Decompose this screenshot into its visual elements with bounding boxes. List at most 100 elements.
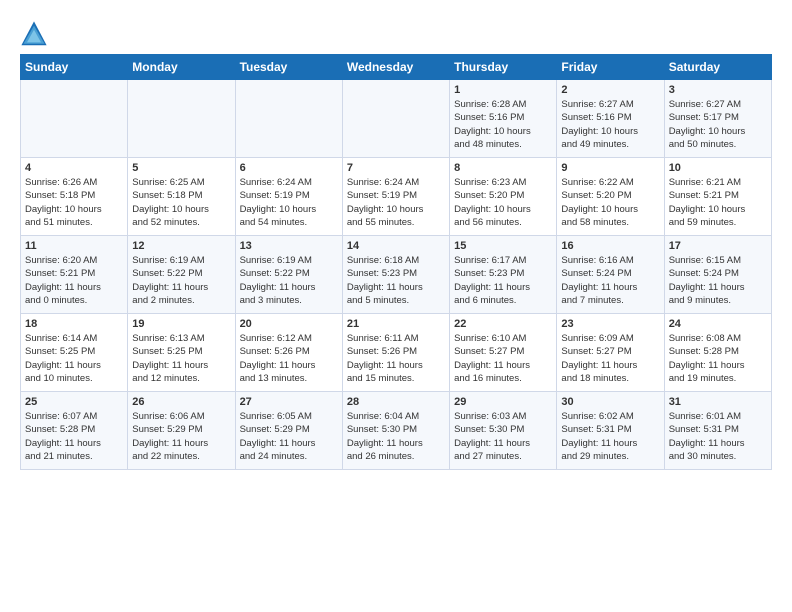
day-info: Sunrise: 6:13 AM Sunset: 5:25 PM Dayligh… bbox=[132, 332, 230, 385]
day-cell: 8 Sunrise: 6:23 AM Sunset: 5:20 PM Daylig… bbox=[450, 158, 557, 236]
day-info: Sunrise: 6:08 AM Sunset: 5:28 PM Dayligh… bbox=[669, 332, 767, 385]
day-cell bbox=[235, 80, 342, 158]
day-number: 11 bbox=[25, 240, 123, 252]
col-header-friday: Friday bbox=[557, 55, 664, 80]
day-info: Sunrise: 6:11 AM Sunset: 5:26 PM Dayligh… bbox=[347, 332, 445, 385]
logo bbox=[20, 20, 52, 48]
day-info: Sunrise: 6:22 AM Sunset: 5:20 PM Dayligh… bbox=[561, 176, 659, 229]
day-number: 2 bbox=[561, 84, 659, 96]
day-cell: 27 Sunrise: 6:05 AM Sunset: 5:29 PM Dayli… bbox=[235, 392, 342, 470]
day-number: 27 bbox=[240, 396, 338, 408]
week-row-4: 18 Sunrise: 6:14 AM Sunset: 5:25 PM Dayli… bbox=[21, 314, 772, 392]
day-number: 18 bbox=[25, 318, 123, 330]
header-row: SundayMondayTuesdayWednesdayThursdayFrid… bbox=[21, 55, 772, 80]
day-cell: 12 Sunrise: 6:19 AM Sunset: 5:22 PM Dayli… bbox=[128, 236, 235, 314]
day-cell: 5 Sunrise: 6:25 AM Sunset: 5:18 PM Daylig… bbox=[128, 158, 235, 236]
day-number: 4 bbox=[25, 162, 123, 174]
day-cell: 13 Sunrise: 6:19 AM Sunset: 5:22 PM Dayli… bbox=[235, 236, 342, 314]
day-number: 7 bbox=[347, 162, 445, 174]
day-cell: 29Sunrise: 6:03 AM Sunset: 5:30 PM Dayli… bbox=[450, 392, 557, 470]
day-cell: 4 Sunrise: 6:26 AM Sunset: 5:18 PM Daylig… bbox=[21, 158, 128, 236]
day-info: Sunrise: 6:27 AM Sunset: 5:17 PM Dayligh… bbox=[669, 98, 767, 151]
day-cell: 22 Sunrise: 6:10 AM Sunset: 5:27 PM Dayli… bbox=[450, 314, 557, 392]
col-header-wednesday: Wednesday bbox=[342, 55, 449, 80]
day-info: Sunrise: 6:05 AM Sunset: 5:29 PM Dayligh… bbox=[240, 410, 338, 463]
day-info: Sunrise: 6:02 AM Sunset: 5:31 PM Dayligh… bbox=[561, 410, 659, 463]
day-number: 5 bbox=[132, 162, 230, 174]
day-cell: 18 Sunrise: 6:14 AM Sunset: 5:25 PM Dayli… bbox=[21, 314, 128, 392]
day-number: 1 bbox=[454, 84, 552, 96]
day-number: 15 bbox=[454, 240, 552, 252]
day-info: Sunrise: 6:07 AM Sunset: 5:28 PM Dayligh… bbox=[25, 410, 123, 463]
day-info: Sunrise: 6:25 AM Sunset: 5:18 PM Dayligh… bbox=[132, 176, 230, 229]
day-number: 26 bbox=[132, 396, 230, 408]
day-info: Sunrise: 6:19 AM Sunset: 5:22 PM Dayligh… bbox=[240, 254, 338, 307]
day-number: 21 bbox=[347, 318, 445, 330]
day-cell: 20Sunrise: 6:12 AM Sunset: 5:26 PM Dayli… bbox=[235, 314, 342, 392]
day-number: 22 bbox=[454, 318, 552, 330]
day-info: Sunrise: 6:09 AM Sunset: 5:27 PM Dayligh… bbox=[561, 332, 659, 385]
day-number: 12 bbox=[132, 240, 230, 252]
header bbox=[20, 16, 772, 48]
day-info: Sunrise: 6:26 AM Sunset: 5:18 PM Dayligh… bbox=[25, 176, 123, 229]
col-header-saturday: Saturday bbox=[664, 55, 771, 80]
day-cell: 3 Sunrise: 6:27 AM Sunset: 5:17 PM Daylig… bbox=[664, 80, 771, 158]
day-info: Sunrise: 6:27 AM Sunset: 5:16 PM Dayligh… bbox=[561, 98, 659, 151]
day-number: 9 bbox=[561, 162, 659, 174]
day-info: Sunrise: 6:10 AM Sunset: 5:27 PM Dayligh… bbox=[454, 332, 552, 385]
day-number: 31 bbox=[669, 396, 767, 408]
day-number: 20 bbox=[240, 318, 338, 330]
col-header-sunday: Sunday bbox=[21, 55, 128, 80]
day-cell: 26 Sunrise: 6:06 AM Sunset: 5:29 PM Dayli… bbox=[128, 392, 235, 470]
day-cell: 6Sunrise: 6:24 AM Sunset: 5:19 PM Daylig… bbox=[235, 158, 342, 236]
page: SundayMondayTuesdayWednesdayThursdayFrid… bbox=[0, 0, 792, 480]
day-cell: 1 Sunrise: 6:28 AM Sunset: 5:16 PM Daylig… bbox=[450, 80, 557, 158]
day-cell bbox=[21, 80, 128, 158]
calendar-table: SundayMondayTuesdayWednesdayThursdayFrid… bbox=[20, 54, 772, 470]
day-cell: 30Sunrise: 6:02 AM Sunset: 5:31 PM Dayli… bbox=[557, 392, 664, 470]
day-info: Sunrise: 6:19 AM Sunset: 5:22 PM Dayligh… bbox=[132, 254, 230, 307]
day-info: Sunrise: 6:28 AM Sunset: 5:16 PM Dayligh… bbox=[454, 98, 552, 151]
day-cell: 23Sunrise: 6:09 AM Sunset: 5:27 PM Dayli… bbox=[557, 314, 664, 392]
day-cell: 14Sunrise: 6:18 AM Sunset: 5:23 PM Dayli… bbox=[342, 236, 449, 314]
calendar-body: 1 Sunrise: 6:28 AM Sunset: 5:16 PM Daylig… bbox=[21, 80, 772, 470]
col-header-thursday: Thursday bbox=[450, 55, 557, 80]
day-number: 8 bbox=[454, 162, 552, 174]
day-info: Sunrise: 6:06 AM Sunset: 5:29 PM Dayligh… bbox=[132, 410, 230, 463]
day-info: Sunrise: 6:23 AM Sunset: 5:20 PM Dayligh… bbox=[454, 176, 552, 229]
day-number: 14 bbox=[347, 240, 445, 252]
day-cell: 2 Sunrise: 6:27 AM Sunset: 5:16 PM Daylig… bbox=[557, 80, 664, 158]
day-cell: 24 Sunrise: 6:08 AM Sunset: 5:28 PM Dayli… bbox=[664, 314, 771, 392]
day-number: 3 bbox=[669, 84, 767, 96]
day-number: 19 bbox=[132, 318, 230, 330]
day-cell: 9 Sunrise: 6:22 AM Sunset: 5:20 PM Daylig… bbox=[557, 158, 664, 236]
day-number: 16 bbox=[561, 240, 659, 252]
week-row-5: 25 Sunrise: 6:07 AM Sunset: 5:28 PM Dayli… bbox=[21, 392, 772, 470]
day-number: 6 bbox=[240, 162, 338, 174]
day-info: Sunrise: 6:14 AM Sunset: 5:25 PM Dayligh… bbox=[25, 332, 123, 385]
logo-icon bbox=[20, 20, 48, 48]
day-cell: 17 Sunrise: 6:15 AM Sunset: 5:24 PM Dayli… bbox=[664, 236, 771, 314]
day-info: Sunrise: 6:21 AM Sunset: 5:21 PM Dayligh… bbox=[669, 176, 767, 229]
col-header-monday: Monday bbox=[128, 55, 235, 80]
day-info: Sunrise: 6:01 AM Sunset: 5:31 PM Dayligh… bbox=[669, 410, 767, 463]
day-number: 10 bbox=[669, 162, 767, 174]
day-number: 25 bbox=[25, 396, 123, 408]
day-info: Sunrise: 6:04 AM Sunset: 5:30 PM Dayligh… bbox=[347, 410, 445, 463]
day-cell: 16Sunrise: 6:16 AM Sunset: 5:24 PM Dayli… bbox=[557, 236, 664, 314]
col-header-tuesday: Tuesday bbox=[235, 55, 342, 80]
day-cell: 21 Sunrise: 6:11 AM Sunset: 5:26 PM Dayli… bbox=[342, 314, 449, 392]
day-number: 17 bbox=[669, 240, 767, 252]
day-cell bbox=[128, 80, 235, 158]
day-cell: 15Sunrise: 6:17 AM Sunset: 5:23 PM Dayli… bbox=[450, 236, 557, 314]
day-info: Sunrise: 6:15 AM Sunset: 5:24 PM Dayligh… bbox=[669, 254, 767, 307]
day-number: 13 bbox=[240, 240, 338, 252]
day-number: 24 bbox=[669, 318, 767, 330]
day-cell bbox=[342, 80, 449, 158]
day-cell: 11 Sunrise: 6:20 AM Sunset: 5:21 PM Dayli… bbox=[21, 236, 128, 314]
day-info: Sunrise: 6:20 AM Sunset: 5:21 PM Dayligh… bbox=[25, 254, 123, 307]
week-row-1: 1 Sunrise: 6:28 AM Sunset: 5:16 PM Daylig… bbox=[21, 80, 772, 158]
day-cell: 25 Sunrise: 6:07 AM Sunset: 5:28 PM Dayli… bbox=[21, 392, 128, 470]
week-row-2: 4 Sunrise: 6:26 AM Sunset: 5:18 PM Daylig… bbox=[21, 158, 772, 236]
day-info: Sunrise: 6:03 AM Sunset: 5:30 PM Dayligh… bbox=[454, 410, 552, 463]
